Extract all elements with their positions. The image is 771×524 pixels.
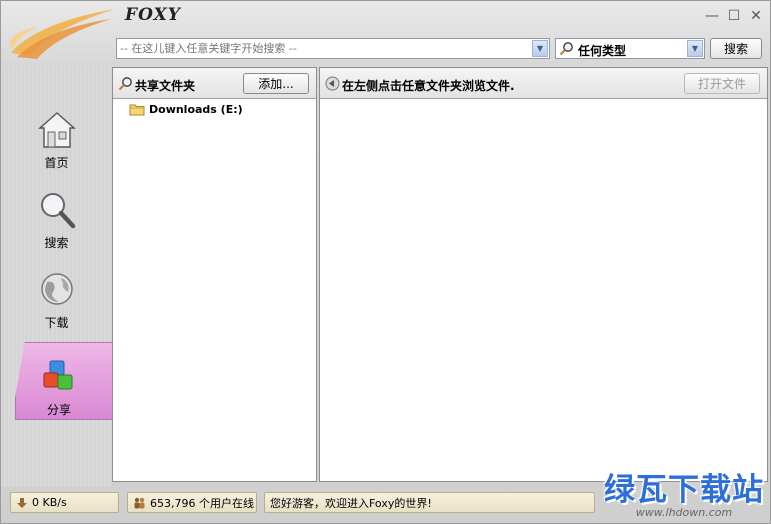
app-window: FOXY — ☐ ✕ ▼ 任何类型 ▼ 搜索 首页: [0, 0, 771, 524]
cubes-icon: [43, 360, 73, 390]
minimize-button[interactable]: —: [703, 7, 721, 25]
search-box: ▼: [116, 38, 550, 59]
watermark-text: 绿瓦下载站: [604, 472, 764, 508]
shared-folders-header: 共享文件夹 添加...: [113, 68, 316, 99]
users-icon: [134, 497, 145, 508]
sidebar-item-search[interactable]: 搜索: [1, 190, 112, 268]
sidebar-item-label: 搜索: [44, 236, 69, 250]
search-input[interactable]: [120, 40, 530, 57]
file-type-value: 任何类型: [578, 44, 627, 58]
sidebar-item-download[interactable]: 下载: [1, 270, 112, 348]
file-type-select[interactable]: 任何类型 ▼: [555, 38, 705, 59]
file-browser-panel: 在左侧点击任意文件夹浏览文件. 打开文件: [319, 67, 768, 482]
shared-folders-panel: 共享文件夹 添加... Downloads (E:): [112, 67, 317, 482]
welcome-text: 您好游客，欢迎进入Foxy的世界!: [270, 496, 432, 510]
down-arrow-icon: [17, 497, 27, 508]
site-watermark: 绿瓦下载站 www.lhdown.com: [599, 464, 769, 522]
maximize-button[interactable]: ☐: [725, 7, 743, 25]
users-text: 653,796 个用户在线: [150, 496, 254, 510]
folder-tree-item[interactable]: Downloads (E:): [129, 101, 243, 117]
sidebar-item-home[interactable]: 首页: [1, 110, 112, 188]
chevron-down-icon: ▼: [536, 44, 544, 53]
sidebar-nav: 首页 搜索 下载 分享: [1, 67, 112, 487]
magnifier-icon: [559, 41, 574, 56]
watermark-url: www.lhdown.com: [635, 506, 733, 519]
welcome-status: 您好游客，欢迎进入Foxy的世界!: [264, 492, 595, 513]
download-speed-status: 0 KB/s: [10, 492, 119, 513]
open-file-button[interactable]: 打开文件: [684, 73, 760, 94]
magnifier-icon: [118, 76, 133, 91]
globe-icon: [41, 273, 73, 305]
online-users-status: 653,796 个用户在线: [127, 492, 257, 513]
search-history-dropdown[interactable]: ▼: [532, 40, 548, 57]
sidebar-item-label: 分享: [46, 403, 71, 417]
sidebar-item-label: 首页: [44, 156, 69, 170]
speed-text: 0 KB/s: [32, 496, 67, 509]
search-button[interactable]: 搜索: [710, 38, 762, 59]
sidebar-item-share[interactable]: 分享: [15, 342, 112, 420]
panel-title: 在左侧点击任意文件夹浏览文件.: [342, 79, 515, 93]
foxy-logo-icon: [9, 9, 115, 59]
back-arrow-icon: [325, 76, 340, 91]
chevron-down-icon: ▼: [691, 44, 699, 53]
magnifier-icon: [41, 193, 76, 229]
file-browser-header: 在左侧点击任意文件夹浏览文件. 打开文件: [320, 68, 767, 99]
add-folder-button[interactable]: 添加...: [243, 73, 309, 94]
panel-title: 共享文件夹: [135, 79, 196, 93]
sidebar-item-label: 下载: [44, 316, 69, 330]
file-type-dropdown[interactable]: ▼: [687, 40, 703, 57]
folder-icon: [129, 104, 145, 115]
close-button[interactable]: ✕: [747, 7, 765, 25]
app-title: FOXY: [125, 5, 181, 25]
home-icon: [38, 112, 76, 148]
folder-label: Downloads (E:): [149, 102, 243, 116]
